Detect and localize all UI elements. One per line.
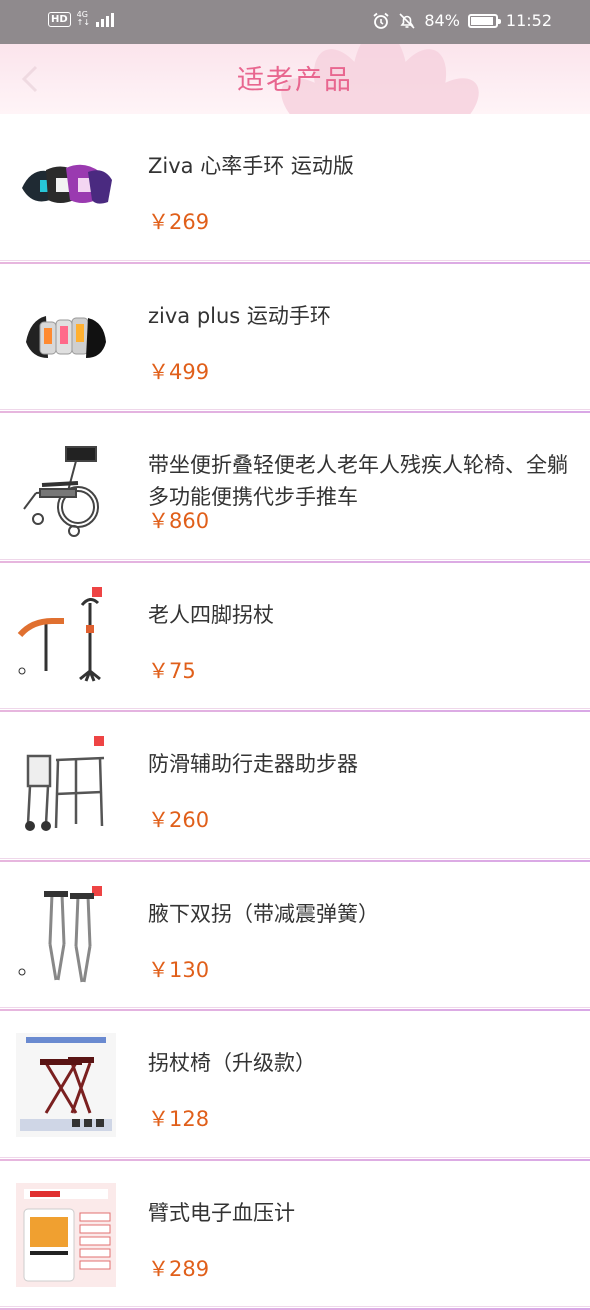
product-thumbnail <box>16 1183 116 1287</box>
product-name: 老人四脚拐杖 <box>148 599 568 631</box>
product-price: ￥499 <box>148 356 209 386</box>
product-thumbnail <box>16 1033 116 1137</box>
product-item[interactable]: Ziva 心率手环 运动版 ￥269 <box>0 114 590 264</box>
product-thumbnail <box>16 286 116 390</box>
product-price: ￥289 <box>148 1253 209 1283</box>
product-name: 腋下双拐（带减震弹簧） <box>148 898 568 930</box>
alarm-icon <box>372 12 390 30</box>
product-item[interactable]: 臂式电子血压计 ￥289 <box>0 1161 590 1310</box>
network-type: 4G ↑↓ <box>77 11 90 27</box>
product-name: 防滑辅助行走器助步器 <box>148 748 568 780</box>
signal-icon <box>96 11 114 27</box>
product-price: ￥269 <box>148 206 209 236</box>
product-thumbnail <box>16 884 116 988</box>
product-thumbnail <box>16 585 116 689</box>
crutches-icon <box>16 884 116 988</box>
product-thumbnail <box>16 136 116 240</box>
walker-icon <box>16 734 116 838</box>
product-price: ￥75 <box>148 655 196 685</box>
product-item[interactable]: 带坐便折叠轻便老人老年人残疾人轮椅、全躺多功能便携代步手推车 ￥860 <box>0 413 590 563</box>
cane-icon <box>16 585 116 689</box>
page-header: 适老产品 <box>0 44 590 114</box>
product-price: ￥130 <box>148 954 209 984</box>
status-right: 84% 11:52 <box>372 11 552 30</box>
status-left: HD 4G ↑↓ <box>48 11 114 27</box>
cane-chair-icon <box>16 1033 116 1137</box>
network-arrows: ↑↓ <box>77 19 90 27</box>
battery-percent: 84% <box>424 11 460 30</box>
product-price: ￥860 <box>148 505 209 535</box>
product-name: 带坐便折叠轻便老人老年人残疾人轮椅、全躺多功能便携代步手推车 <box>148 449 568 513</box>
hd-badge: HD <box>48 12 71 27</box>
product-item[interactable]: 老人四脚拐杖 ￥75 <box>0 563 590 713</box>
product-price: ￥128 <box>148 1103 209 1133</box>
battery-icon <box>468 14 498 28</box>
status-bar: HD 4G ↑↓ 84% 11:52 <box>0 0 590 44</box>
product-name: 臂式电子血压计 <box>148 1197 568 1229</box>
mute-bell-icon <box>398 12 416 30</box>
product-list: Ziva 心率手环 运动版 ￥269 ziva plus 运动手环 ￥499 <box>0 114 590 1310</box>
product-item[interactable]: 防滑辅助行走器助步器 ￥260 <box>0 712 590 862</box>
product-item[interactable]: ziva plus 运动手环 ￥499 <box>0 264 590 414</box>
fitness-band-icon <box>16 286 116 390</box>
wheelchair-icon <box>16 435 116 539</box>
page-title: 适老产品 <box>0 58 590 97</box>
blood-pressure-monitor-icon <box>16 1183 116 1287</box>
product-name: ziva plus 运动手环 <box>148 300 568 332</box>
product-item[interactable]: 腋下双拐（带减震弹簧） ￥130 <box>0 862 590 1012</box>
product-name: 拐杖椅（升级款） <box>148 1047 568 1079</box>
fitness-band-icon <box>16 136 116 240</box>
clock: 11:52 <box>506 11 552 30</box>
product-thumbnail <box>16 734 116 838</box>
product-name: Ziva 心率手环 运动版 <box>148 150 568 182</box>
product-thumbnail <box>16 435 116 539</box>
product-item[interactable]: 拐杖椅（升级款） ￥128 <box>0 1011 590 1161</box>
product-price: ￥260 <box>148 804 209 834</box>
